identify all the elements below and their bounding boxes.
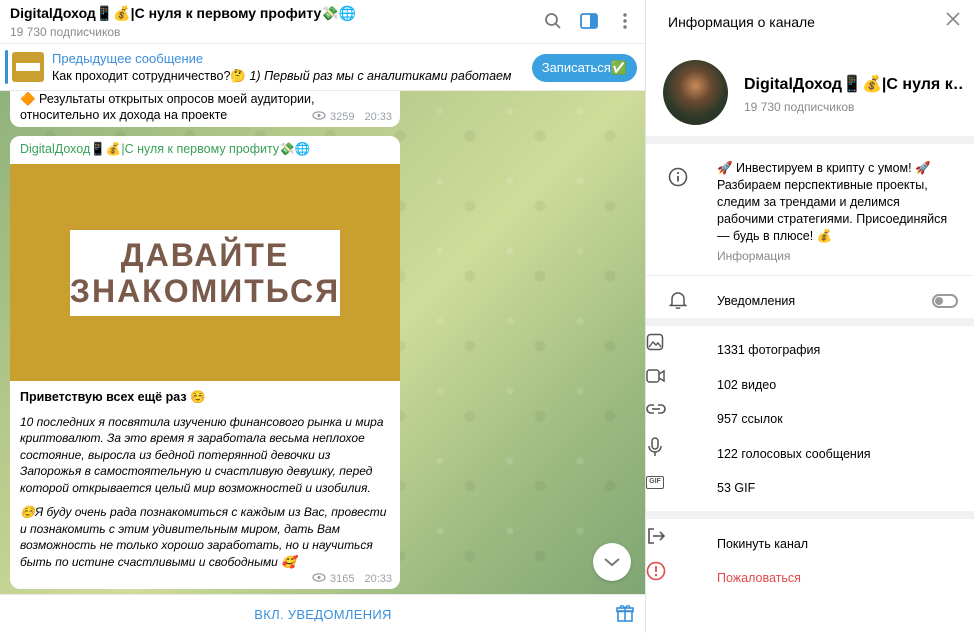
about-label: Информация: [717, 249, 791, 263]
notifications-toggle[interactable]: [932, 294, 958, 308]
channel-profile: DigitalДоход📱💰|С нуля к… 19 730 подписчи…: [646, 44, 974, 144]
message-body: Приветствую всех ещё раз ☺️ 10 последних…: [10, 381, 400, 586]
channel-actions: Покинуть канал Пожаловаться: [646, 519, 974, 596]
media-list: 1331 фотография 102 видео 957 ссылок 122…: [646, 326, 974, 519]
media-gifs[interactable]: GIF 53 GIF: [646, 471, 974, 506]
media-videos[interactable]: 102 видео: [646, 368, 974, 403]
media-label: 1331 фотография: [717, 343, 821, 357]
message-time: 20:33: [364, 573, 392, 585]
pinned-message[interactable]: Предыдущее сообщение Как проходит сотруд…: [0, 44, 645, 91]
message-time: 20:33: [364, 111, 392, 123]
channel-info-pane: Информация о канале DigitalДоход📱💰|С нул…: [646, 0, 974, 633]
info-header: Информация о канале: [668, 14, 815, 30]
sidebar-toggle-icon[interactable]: [578, 10, 600, 32]
channel-name: DigitalДоход📱💰|С нуля к…: [744, 76, 964, 93]
view-count: 3165: [329, 573, 355, 585]
eye-icon: [312, 111, 326, 123]
leave-label: Покинуть канал: [717, 536, 809, 551]
promo-line-2: ЗНАКОМИТЬСЯ: [69, 273, 341, 309]
enable-notifications-button[interactable]: ВКЛ. УВЕДОМЛЕНИЯ: [0, 607, 645, 622]
pinned-text-italic: 1) Первый раз мы с аналитиками работаем …: [249, 69, 512, 83]
chevron-down-icon: [603, 555, 621, 570]
close-icon[interactable]: [946, 12, 960, 29]
media-label: 957 ссылок: [717, 412, 783, 426]
view-count: 3259: [329, 111, 355, 123]
pinned-indicator: [5, 50, 8, 84]
chat-pane: DigitalДоход📱💰|С нуля к первому профиту💸…: [0, 0, 646, 633]
gif-icon: GIF: [646, 471, 664, 489]
channel-subscribers: 19 730 подписчиков: [744, 100, 855, 114]
chat-header[interactable]: DigitalДоход📱💰|С нуля к первому профиту💸…: [0, 0, 645, 44]
message-bubble[interactable]: DigitalДоход📱💰|С нуля к первому профиту💸…: [10, 136, 400, 589]
pinned-thumbnail: [12, 52, 44, 82]
logout-icon: [646, 527, 666, 548]
media-label: 122 голосовых сообщения: [717, 446, 871, 461]
promo-card: ДАВАЙТЕ ЗНАКОМИТЬСЯ: [70, 230, 340, 316]
leave-channel-button[interactable]: Покинуть канал: [646, 527, 974, 562]
media-links[interactable]: 957 ссылок: [646, 402, 974, 437]
message-meta: 3259 20:33: [312, 111, 392, 123]
message-meta: 3165 20:33: [312, 573, 392, 585]
about-text: 🚀 Инвестируем в крипту с умом! 🚀 Разбира…: [717, 161, 948, 243]
photo-icon: [646, 333, 664, 354]
message-greeting: Приветствую всех ещё раз ☺️: [20, 390, 206, 404]
more-vert-icon[interactable]: [614, 10, 636, 32]
signup-button[interactable]: Записаться✅: [531, 54, 637, 82]
media-label: 102 видео: [717, 377, 777, 392]
eye-icon: [312, 573, 326, 585]
media-voice[interactable]: 122 голосовых сообщения: [646, 436, 974, 472]
mic-icon: [646, 436, 664, 460]
media-label: 53 GIF: [717, 481, 756, 495]
message-image[interactable]: ДАВАЙТЕ ЗНАКОМИТЬСЯ: [10, 164, 400, 381]
channel-about: 🚀 Инвестируем в крипту с умом! 🚀 Разбира…: [646, 144, 974, 276]
media-photos[interactable]: 1331 фотография: [646, 333, 974, 368]
notifications-row[interactable]: Уведомления: [646, 276, 974, 326]
notifications-label: Уведомления: [717, 294, 796, 308]
message-bubble[interactable]: 🔶 Результаты открытых опросов моей аудит…: [10, 91, 400, 127]
pinned-title: Предыдущее сообщение: [52, 51, 204, 66]
info-icon: [668, 167, 688, 190]
warning-icon: [646, 561, 666, 584]
report-label: Пожаловаться: [717, 571, 801, 585]
search-icon[interactable]: [542, 10, 564, 32]
bell-icon: [668, 290, 688, 313]
bottom-bar: ВКЛ. УВЕДОМЛЕНИЯ: [0, 594, 645, 633]
video-icon: [646, 368, 666, 387]
message-paragraph: ☺️Я буду очень рада познакомиться с кажд…: [20, 505, 387, 569]
pinned-text: Как проходит сотрудничество?🤔 1) Первый …: [52, 69, 512, 84]
gift-icon[interactable]: [616, 604, 634, 625]
promo-line-1: ДАВАЙТЕ: [120, 237, 290, 273]
message-author[interactable]: DigitalДоход📱💰|С нуля к первому профиту💸…: [10, 136, 400, 164]
avatar[interactable]: [663, 60, 728, 125]
message-paragraph: 10 последних я посвятила изучению финанс…: [20, 414, 384, 495]
report-button[interactable]: Пожаловаться: [646, 561, 974, 596]
scroll-down-button[interactable]: [593, 543, 631, 581]
pinned-text-prefix: Как проходит сотрудничество?🤔: [52, 69, 246, 83]
link-icon: [646, 404, 666, 419]
